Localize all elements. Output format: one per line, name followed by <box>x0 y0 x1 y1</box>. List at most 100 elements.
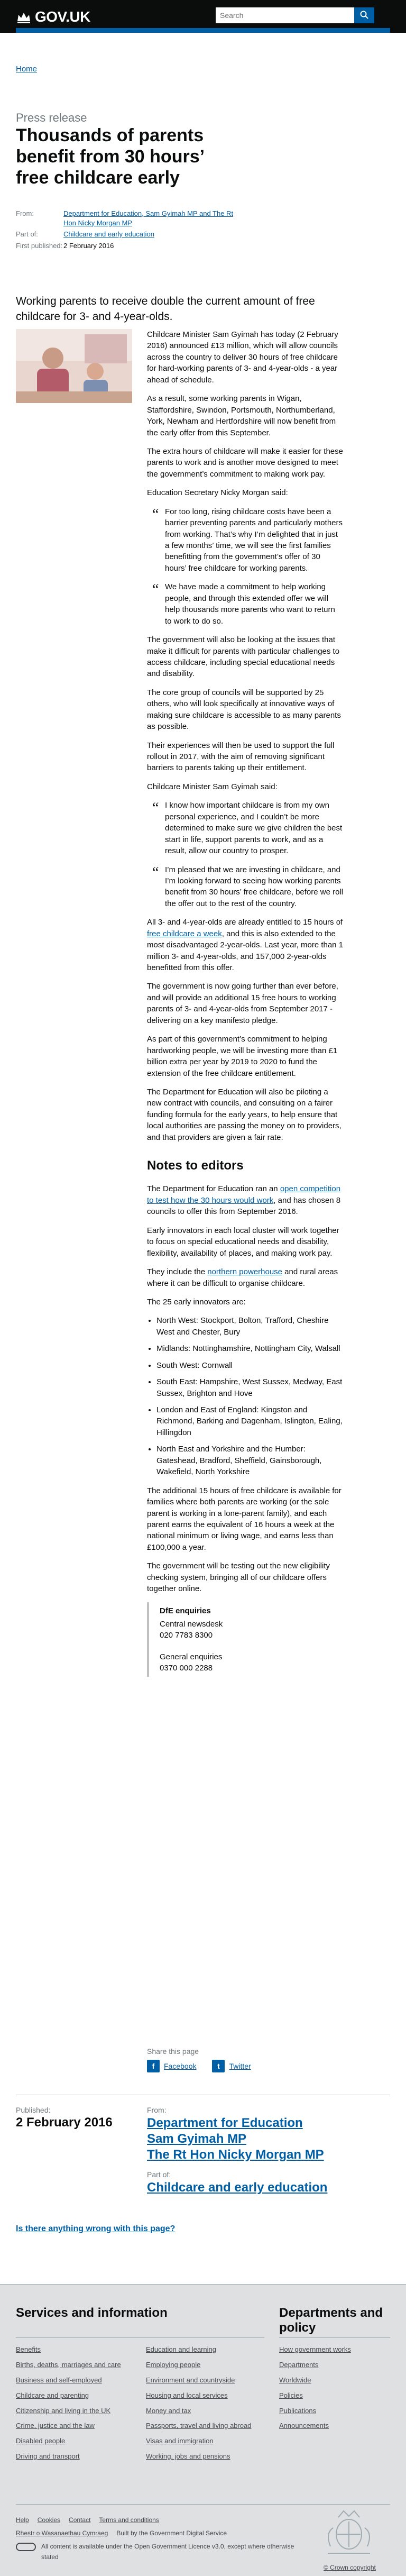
part-of-label: Part of: <box>16 230 38 239</box>
paragraph: They include the northern powerhouse and… <box>147 1266 344 1289</box>
footer-link[interactable]: Births, deaths, marriages and care <box>16 2361 132 2370</box>
free-childcare-link[interactable]: free childcare a week <box>147 929 222 938</box>
contact-heading: DfE enquiries <box>160 1606 211 1615</box>
published-label: First published: <box>16 241 63 250</box>
list-item: South East: Hampshire, West Sussex, Medw… <box>156 1376 344 1399</box>
share-facebook[interactable]: f Facebook <box>147 2060 196 2072</box>
header-accent-bar <box>16 28 390 33</box>
paragraph: The Department for Education will also b… <box>147 1087 342 1142</box>
footer-link[interactable]: Passports, travel and living abroad <box>146 2422 262 2431</box>
footer-contact-link[interactable]: Contact <box>69 2515 90 2525</box>
northern-powerhouse-link[interactable]: northern powerhouse <box>207 1267 282 1276</box>
footer-link[interactable]: Benefits <box>16 2345 132 2354</box>
innovators-list: North West: Stockport, Bolton, Trafford,… <box>156 1315 344 1477</box>
contact-line: General enquiries <box>160 1652 223 1661</box>
contact-block: DfE enquiries Central newsdesk 020 7783 … <box>147 1602 344 1677</box>
search-button[interactable] <box>354 7 374 23</box>
facebook-icon: f <box>147 2060 160 2072</box>
crown-icon <box>16 11 32 23</box>
paragraph: The extra hours of childcare will make i… <box>147 446 343 479</box>
footer-link[interactable]: Housing and local services <box>146 2391 262 2400</box>
page: GOV.UK Home Press release Thousands of p… <box>0 0 406 2576</box>
list-item: North West: Stockport, Bolton, Trafford,… <box>156 1315 344 1338</box>
part-of-label: Part of: <box>147 2170 171 2179</box>
crown-copyright-link[interactable]: © Crown copyright <box>324 2564 376 2571</box>
footer-link[interactable]: How government works <box>279 2345 390 2354</box>
paragraph: The additional 15 hours of free childcar… <box>147 1486 342 1552</box>
footer-welsh-link[interactable]: Rhestr o Wasanaethau Cymraeg <box>16 2528 108 2538</box>
footer-departments-col: How government works Departments Worldwi… <box>279 2345 390 2437</box>
text: All 3- and 4-year-olds are already entit… <box>147 918 343 927</box>
footer-link[interactable]: Worldwide <box>279 2376 390 2385</box>
twitter-link[interactable]: Twitter <box>229 2062 251 2070</box>
contact-phone: 0370 000 2288 <box>160 1663 213 1673</box>
footer-link[interactable]: Crime, justice and the law <box>16 2422 132 2431</box>
paragraph: Childcare Minister Sam Gyimah has today … <box>147 330 338 385</box>
share-label: Share this page <box>147 2047 199 2056</box>
share-twitter[interactable]: t Twitter <box>212 2060 251 2072</box>
part-of-link[interactable]: Childcare and early education <box>147 2180 369 2196</box>
paragraph: The Department for Education ran an open… <box>147 1183 344 1217</box>
part-of-link[interactable]: Childcare and early education <box>63 230 154 238</box>
published-date: 2 February 2016 <box>63 241 114 250</box>
paragraph: All 3- and 4-year-olds are already entit… <box>147 917 344 973</box>
share-section: Share this page f Facebook t Twitter <box>147 2047 344 2072</box>
footer-services-col-1: Benefits Births, deaths, marriages and c… <box>16 2345 132 2468</box>
footer-link[interactable]: Policies <box>279 2391 390 2400</box>
from-link-dfe[interactable]: Department for Education <box>147 2115 369 2131</box>
list-item: North East and Yorkshire and the Humber:… <box>156 1444 344 1477</box>
departments-heading: Departments and policy <box>279 2306 383 2335</box>
paragraph: The 25 early innovators are: <box>147 1297 246 1307</box>
footer-services-col-2: Education and learning Employing people … <box>146 2345 262 2468</box>
footer-link[interactable]: Disabled people <box>16 2437 132 2446</box>
search-input[interactable] <box>216 7 354 23</box>
from-link-morgan[interactable]: The Rt Hon Nicky Morgan MP <box>147 2147 369 2163</box>
article-photo <box>16 329 132 403</box>
breadcrumb: Home <box>16 65 37 74</box>
footer-link[interactable]: Environment and countryside <box>146 2376 262 2385</box>
from-link-gyimah[interactable]: Sam Gyimah MP <box>147 2131 369 2147</box>
quote: We have made a commitment to help workin… <box>147 579 344 627</box>
from-label: From: <box>147 2106 167 2114</box>
article-body: Childcare Minister Sam Gyimah has today … <box>147 329 344 1685</box>
footer-link[interactable]: Driving and transport <box>16 2452 132 2461</box>
feedback-prompt: Is there anything wrong with this page? <box>16 2224 390 2234</box>
site-footer: Services and information Departments and… <box>0 2284 406 2576</box>
footer-link[interactable]: Employing people <box>146 2361 262 2370</box>
footer-link[interactable]: Announcements <box>279 2422 390 2431</box>
footer-help-link[interactable]: Help <box>16 2515 29 2525</box>
breadcrumb-home-link[interactable]: Home <box>16 65 37 74</box>
footer-link[interactable]: Publications <box>279 2407 390 2416</box>
footer-link[interactable]: Money and tax <box>146 2407 262 2416</box>
footer-link[interactable]: Education and learning <box>146 2345 262 2354</box>
paragraph: Their experiences will then be used to s… <box>147 741 335 773</box>
logo-text: GOV.UK <box>35 8 90 25</box>
footer-terms-link[interactable]: Terms and conditions <box>99 2515 159 2525</box>
lede-summary: Working parents to receive double the cu… <box>16 295 315 323</box>
footer-link[interactable]: Business and self-employed <box>16 2376 132 2385</box>
list-item: Midlands: Nottinghamshire, Nottingham Ci… <box>156 1343 344 1354</box>
quote: I know how important childcare is from m… <box>147 798 344 856</box>
govuk-logo[interactable]: GOV.UK <box>16 8 90 25</box>
paragraph: As part of this government’s commitment … <box>147 1035 338 1078</box>
services-heading: Services and information <box>16 2306 168 2320</box>
paragraph: The government is now going further than… <box>147 982 338 1025</box>
footer-link[interactable]: Working, jobs and pensions <box>146 2452 262 2461</box>
footer-link[interactable]: Departments <box>279 2361 390 2370</box>
notes-heading: Notes to editors <box>147 1158 244 1173</box>
footer-link[interactable]: Visas and immigration <box>146 2437 262 2446</box>
published-label: Published: <box>16 2106 51 2114</box>
text: They include the <box>147 1267 208 1277</box>
paragraph: The core group of councils will be suppo… <box>147 688 341 732</box>
report-problem-link[interactable]: Is there anything wrong with this page? <box>16 2224 175 2233</box>
ogl-text: All content is available under the Open … <box>41 2543 294 2561</box>
published-date: 2 February 2016 <box>16 2115 113 2130</box>
footer-link[interactable]: Childcare and parenting <box>16 2391 132 2400</box>
footer-cookies-link[interactable]: Cookies <box>38 2515 60 2525</box>
facebook-link[interactable]: Facebook <box>164 2062 196 2070</box>
footer-link[interactable]: Citizenship and living in the UK <box>16 2407 132 2416</box>
paragraph: The government will be testing out the n… <box>147 1561 330 1594</box>
page-title: Thousands of parents benefit from 30 hou… <box>16 125 204 188</box>
footer-bottom: Help Cookies Contact Terms and condition… <box>16 2515 312 2562</box>
from-link[interactable]: Department for Education, Sam Gyimah MP … <box>63 209 233 227</box>
